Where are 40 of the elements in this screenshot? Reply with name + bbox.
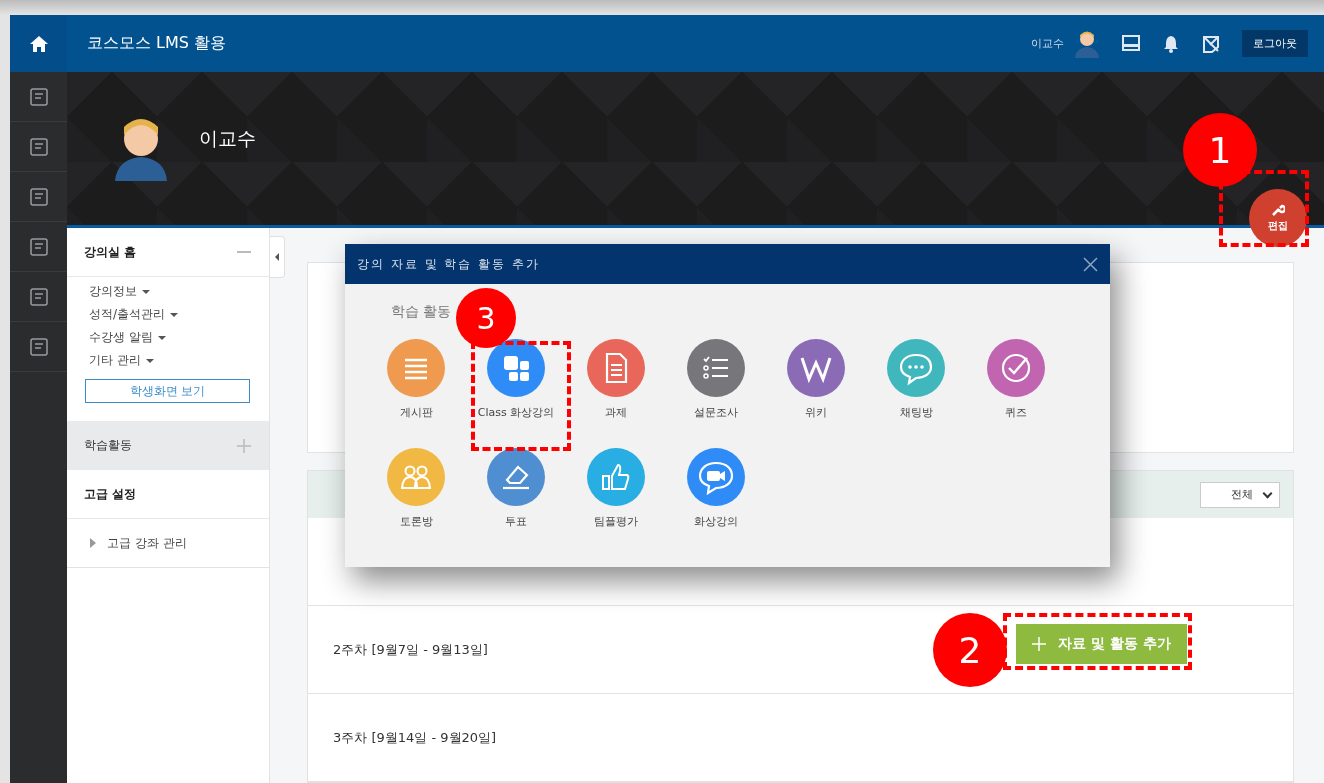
- section-title: 학습활동: [84, 437, 132, 454]
- activity-option[interactable]: 게시판: [387, 339, 445, 420]
- activity-option[interactable]: 위키: [787, 339, 845, 420]
- menu-item[interactable]: 성적/출석관리: [89, 306, 179, 323]
- week-title: 2주차 [9월7일 - 9월13일]: [333, 640, 488, 659]
- envelope-icon[interactable]: [1202, 34, 1220, 53]
- filter-select[interactable]: 전체: [1200, 481, 1280, 508]
- profile-name: 이교수: [199, 126, 256, 151]
- section-title: 강의실 홈: [84, 243, 137, 261]
- logout-button[interactable]: 로그아웃: [1242, 30, 1308, 57]
- activity-option[interactable]: 채팅방: [887, 339, 945, 420]
- site-title[interactable]: 코스모스 LMS 활용: [87, 33, 227, 54]
- user-name[interactable]: 이교수: [1031, 36, 1064, 51]
- edit-button[interactable]: 편집: [1249, 189, 1307, 247]
- activity-option[interactable]: 퀴즈: [987, 339, 1045, 420]
- section-title: 고급 설정: [84, 485, 137, 503]
- wrench-icon: [1271, 203, 1285, 217]
- monitor-icon[interactable]: [1122, 35, 1140, 52]
- student-view-button[interactable]: 학생화면 보기: [85, 379, 250, 403]
- plus-icon: [1032, 636, 1047, 651]
- close-icon[interactable]: [1083, 256, 1098, 272]
- activity-option[interactable]: 과제: [587, 339, 645, 420]
- activity-option[interactable]: 설문조사: [687, 339, 745, 420]
- activity-option[interactable]: 팀플평가: [587, 448, 645, 529]
- sidebar-toggle[interactable]: [270, 236, 285, 278]
- dialog-title: 강의 자료 및 학습 활동 추가: [357, 255, 541, 273]
- activity-option[interactable]: 토론방: [387, 448, 445, 529]
- activity-option[interactable]: 화상강의: [687, 448, 745, 529]
- section-title: 학습 활동: [391, 303, 452, 321]
- week-title: 3주차 [9월14일 - 9월20일]: [333, 728, 497, 747]
- menu-item[interactable]: 고급 강좌 관리: [107, 534, 187, 552]
- avatar-icon: [113, 117, 169, 181]
- bell-icon[interactable]: [1162, 34, 1180, 53]
- avatar-icon[interactable]: [1074, 29, 1100, 58]
- menu-item[interactable]: 강의정보: [89, 283, 150, 300]
- menu-item[interactable]: 수강생 알림: [89, 329, 166, 346]
- activity-option[interactable]: 투표: [487, 448, 545, 529]
- menu-item[interactable]: 기타 관리: [89, 352, 154, 369]
- expand-arrow-icon[interactable]: [89, 538, 97, 548]
- home-icon[interactable]: [10, 15, 67, 72]
